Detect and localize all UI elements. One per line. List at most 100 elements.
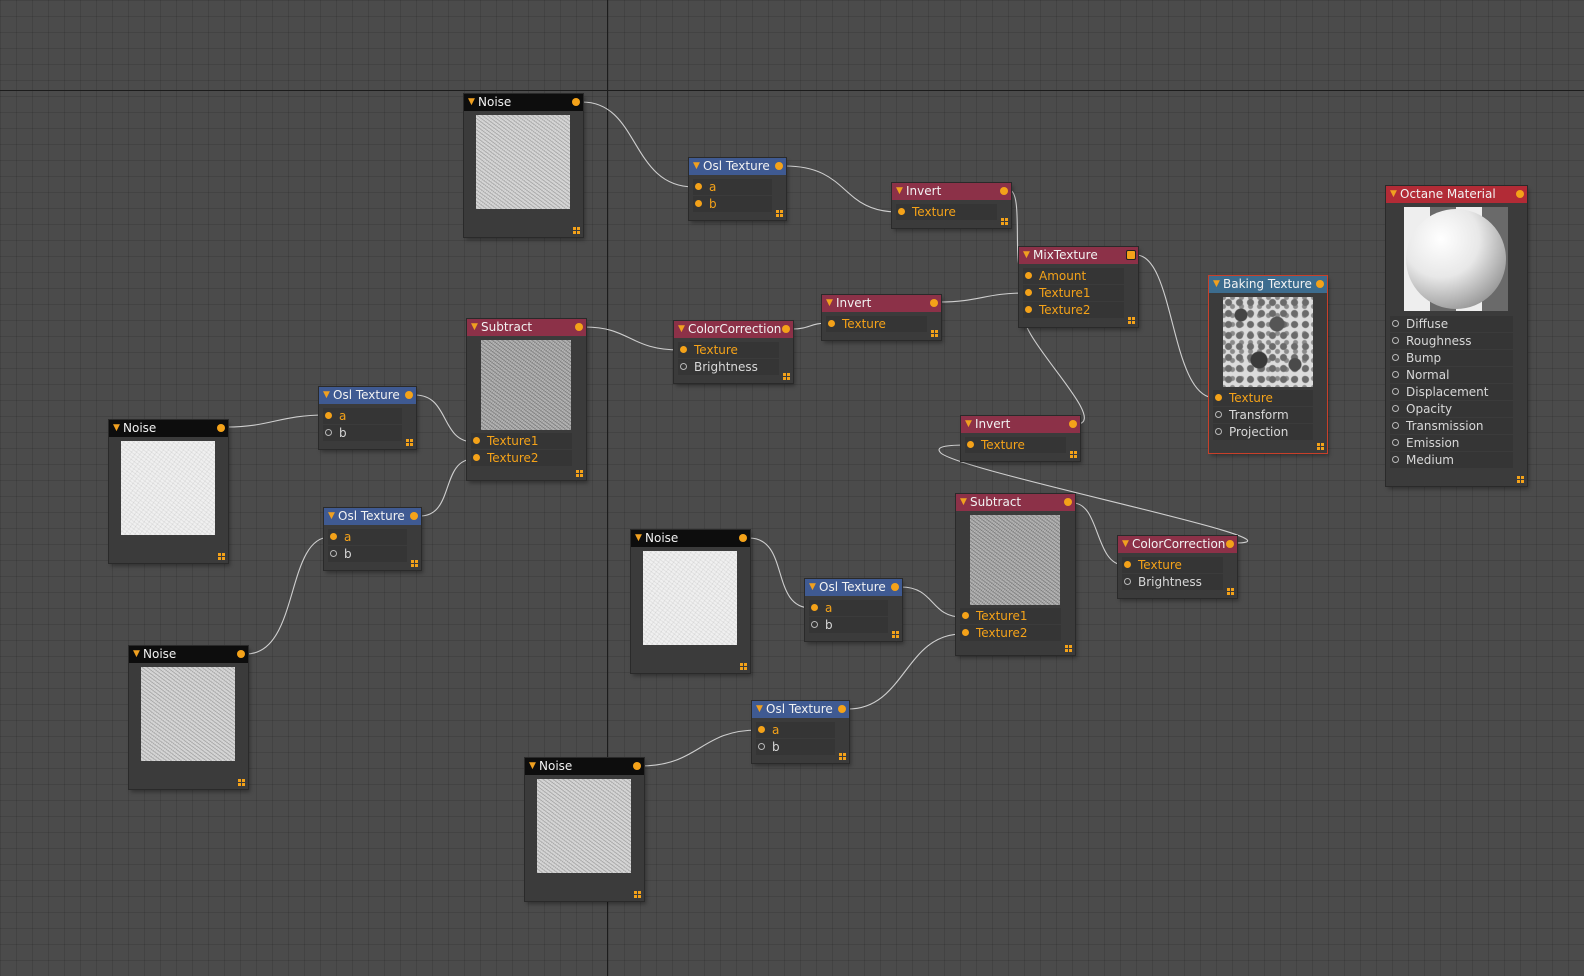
input-texture[interactable]: Texture <box>1213 390 1313 406</box>
invert-node[interactable]: ▼ Invert Texture <box>822 295 941 340</box>
node-header[interactable]: ▼ MixTexture <box>1019 247 1138 264</box>
triangle-down-icon[interactable]: ▼ <box>809 579 816 596</box>
invert-node[interactable]: ▼ Invert Texture <box>892 183 1011 228</box>
triangle-down-icon[interactable]: ▼ <box>960 494 967 511</box>
input-transmission[interactable]: Transmission <box>1390 418 1513 434</box>
node-header[interactable]: ▼ ColorCorrection <box>674 321 793 338</box>
input-port-icon[interactable] <box>1392 456 1399 463</box>
noise-node[interactable]: ▼ Noise <box>631 530 750 673</box>
input-port-icon[interactable] <box>1392 337 1399 344</box>
input-port-icon[interactable] <box>473 437 480 444</box>
input-port-icon[interactable] <box>758 726 765 733</box>
output-port-icon[interactable] <box>775 162 783 170</box>
input-port-icon[interactable] <box>330 550 337 557</box>
input-projection[interactable]: Projection <box>1213 424 1313 440</box>
triangle-down-icon[interactable]: ▼ <box>1213 276 1220 293</box>
resize-grip-icon[interactable] <box>1317 443 1324 450</box>
resize-grip-icon[interactable] <box>238 779 245 786</box>
triangle-down-icon[interactable]: ▼ <box>678 321 685 338</box>
input-amount[interactable]: Amount <box>1023 268 1124 284</box>
input-brightness[interactable]: Brightness <box>1122 574 1223 590</box>
triangle-down-icon[interactable]: ▼ <box>328 508 335 525</box>
output-port-icon[interactable] <box>739 534 747 542</box>
input-port-icon[interactable] <box>811 604 818 611</box>
input-port-icon[interactable] <box>1215 394 1222 401</box>
input-port-icon[interactable] <box>325 429 332 436</box>
node-header[interactable]: ▼ ColorCorrection <box>1118 536 1237 553</box>
input-transform[interactable]: Transform <box>1213 407 1313 423</box>
resize-grip-icon[interactable] <box>776 210 783 217</box>
input-port-icon[interactable] <box>1392 371 1399 378</box>
input-texture[interactable]: Texture <box>896 204 997 220</box>
input-texture[interactable]: Texture <box>678 342 779 358</box>
input-port-icon[interactable] <box>962 629 969 636</box>
triangle-down-icon[interactable]: ▼ <box>826 295 833 312</box>
color-correction-node[interactable]: ▼ ColorCorrection Texture Brightness <box>1118 536 1237 598</box>
input-texture1[interactable]: Texture1 <box>960 608 1061 624</box>
noise-node[interactable]: ▼ Noise <box>129 646 248 789</box>
input-port-icon[interactable] <box>330 533 337 540</box>
triangle-down-icon[interactable]: ▼ <box>113 420 120 437</box>
output-port-icon[interactable] <box>237 650 245 658</box>
node-header[interactable]: ▼ Invert <box>961 416 1080 433</box>
input-texture2[interactable]: Texture2 <box>960 625 1061 641</box>
resize-grip-icon[interactable] <box>411 560 418 567</box>
input-texture[interactable]: Texture <box>1122 557 1223 573</box>
node-header[interactable]: ▼ Osl Texture <box>319 387 416 404</box>
node-header[interactable]: ▼ Octane Material <box>1386 186 1527 203</box>
input-a[interactable]: a <box>809 600 888 616</box>
output-port-icon[interactable] <box>782 325 790 333</box>
color-correction-node[interactable]: ▼ ColorCorrection Texture Brightness <box>674 321 793 383</box>
node-header[interactable]: ▼ Invert <box>822 295 941 312</box>
input-port-icon[interactable] <box>325 412 332 419</box>
input-port-icon[interactable] <box>1215 428 1222 435</box>
input-a[interactable]: a <box>328 529 407 545</box>
input-diffuse[interactable]: Diffuse <box>1390 316 1513 332</box>
resize-grip-icon[interactable] <box>1227 588 1234 595</box>
node-header[interactable]: ▼ Baking Texture <box>1209 276 1327 293</box>
node-header[interactable]: ▼ Noise <box>129 646 248 663</box>
input-port-icon[interactable] <box>1392 439 1399 446</box>
input-texture2[interactable]: Texture2 <box>471 450 572 466</box>
triangle-down-icon[interactable]: ▼ <box>471 319 478 336</box>
resize-grip-icon[interactable] <box>218 553 225 560</box>
input-opacity[interactable]: Opacity <box>1390 401 1513 417</box>
resize-grip-icon[interactable] <box>783 373 790 380</box>
resize-grip-icon[interactable] <box>1128 317 1135 324</box>
output-port-icon[interactable] <box>838 705 846 713</box>
input-port-icon[interactable] <box>695 200 702 207</box>
input-port-icon[interactable] <box>680 363 687 370</box>
input-texture[interactable]: Texture <box>965 437 1066 453</box>
input-roughness[interactable]: Roughness <box>1390 333 1513 349</box>
node-header[interactable]: ▼ Invert <box>892 183 1011 200</box>
resize-grip-icon[interactable] <box>576 470 583 477</box>
input-port-icon[interactable] <box>1124 578 1131 585</box>
input-a[interactable]: a <box>323 408 402 424</box>
input-port-icon[interactable] <box>473 454 480 461</box>
input-medium[interactable]: Medium <box>1390 452 1513 468</box>
resize-grip-icon[interactable] <box>573 227 580 234</box>
output-port-icon[interactable] <box>1000 187 1008 195</box>
input-normal[interactable]: Normal <box>1390 367 1513 383</box>
input-port-icon[interactable] <box>967 441 974 448</box>
input-texture1[interactable]: Texture1 <box>471 433 572 449</box>
output-port-icon[interactable] <box>1316 280 1324 288</box>
input-b[interactable]: b <box>756 739 835 755</box>
resize-grip-icon[interactable] <box>839 753 846 760</box>
triangle-down-icon[interactable]: ▼ <box>896 183 903 200</box>
input-port-icon[interactable] <box>758 743 765 750</box>
triangle-down-icon[interactable]: ▼ <box>693 158 700 175</box>
triangle-down-icon[interactable]: ▼ <box>323 387 330 404</box>
octane-material-node[interactable]: ▼ Octane Material Diffuse Roughness Bump… <box>1386 186 1527 486</box>
input-port-icon[interactable] <box>828 320 835 327</box>
node-header[interactable]: ▼ Noise <box>631 530 750 547</box>
input-port-icon[interactable] <box>898 208 905 215</box>
osl-texture-node[interactable]: ▼ Osl Texture a b <box>805 579 902 641</box>
input-port-icon[interactable] <box>1392 354 1399 361</box>
node-header[interactable]: ▼ Noise <box>525 758 644 775</box>
input-port-icon[interactable] <box>962 612 969 619</box>
input-port-icon[interactable] <box>1392 388 1399 395</box>
noise-node[interactable]: ▼ Noise <box>109 420 228 563</box>
osl-texture-node[interactable]: ▼ Osl Texture a b <box>319 387 416 449</box>
output-port-icon[interactable] <box>1069 420 1077 428</box>
